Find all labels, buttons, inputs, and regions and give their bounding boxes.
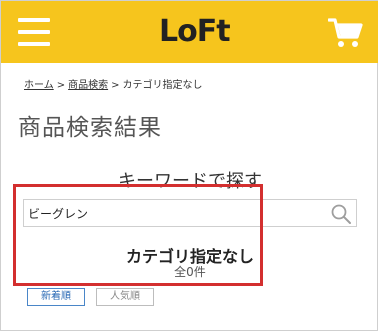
- page-title: 商品検索結果: [18, 115, 162, 141]
- breadcrumb-separator: >: [56, 80, 66, 91]
- breadcrumb-search-link[interactable]: 商品検索: [68, 80, 108, 91]
- search-icon[interactable]: [330, 203, 352, 225]
- hamburger-menu-icon[interactable]: [18, 18, 50, 46]
- shopping-cart-icon[interactable]: [327, 17, 364, 49]
- keyword-search-heading: キーワードで探す: [118, 171, 262, 192]
- breadcrumb-current: カテゴリ指定なし: [122, 80, 203, 91]
- search-box: [23, 199, 357, 227]
- sort-new-button[interactable]: 新着順: [27, 288, 85, 306]
- sort-popular-button[interactable]: 人気順: [96, 288, 154, 306]
- breadcrumb-home-link[interactable]: ホーム: [24, 80, 54, 91]
- search-input[interactable]: [28, 202, 324, 224]
- site-header: LoFt: [1, 1, 378, 63]
- breadcrumb-separator: >: [111, 80, 120, 91]
- loft-logo[interactable]: LoFt: [159, 13, 231, 51]
- result-count: 全0件: [174, 265, 206, 279]
- breadcrumb: ホーム > 商品検索 > カテゴリ指定なし: [24, 76, 202, 91]
